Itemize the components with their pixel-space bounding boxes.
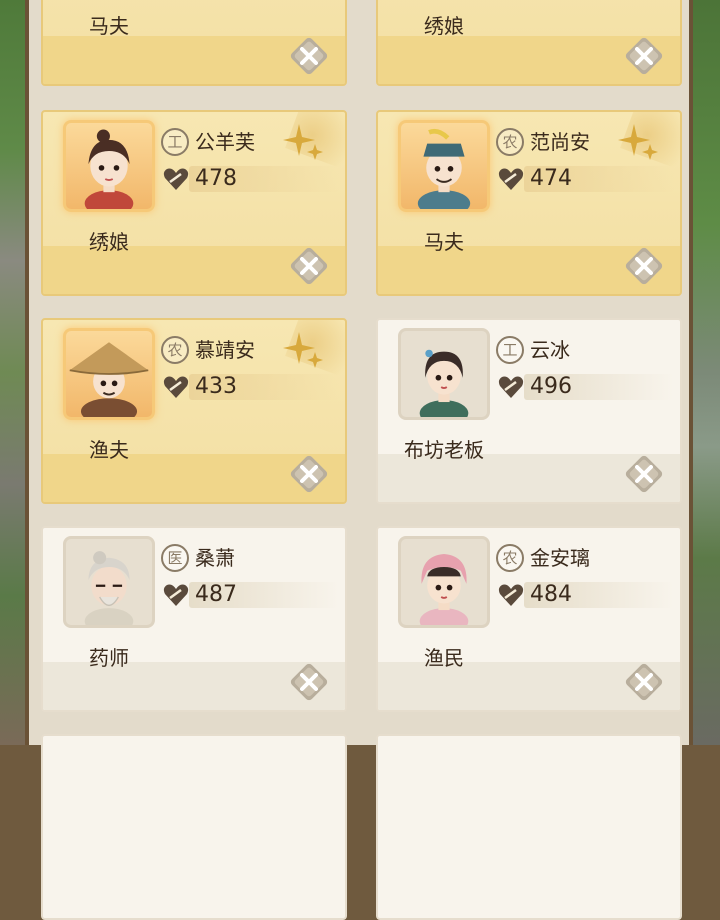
worker-name: 桑萧 bbox=[195, 546, 235, 570]
worker-card[interactable]: 马夫 农 范尚安 474 bbox=[376, 110, 682, 296]
trait-badge: 农 bbox=[161, 336, 189, 364]
trait-badge: 工 bbox=[496, 336, 524, 364]
heart-icon bbox=[163, 168, 189, 190]
close-icon[interactable] bbox=[287, 452, 331, 496]
embroidery-woman-portrait bbox=[63, 120, 155, 212]
worker-list-panel[interactable]: 马夫 绣娘 绣娘 工 公羊芙 478 马夫 农 范尚安 474 渔夫 农 慕靖安… bbox=[25, 0, 693, 920]
heart-icon bbox=[163, 376, 189, 398]
worker-role: 渔民 bbox=[424, 646, 464, 670]
fisherman-portrait bbox=[63, 328, 155, 420]
close-icon[interactable] bbox=[287, 34, 331, 78]
worker-name: 金安璃 bbox=[530, 546, 590, 570]
worker-card-partial[interactable] bbox=[41, 734, 347, 920]
trait-badge: 农 bbox=[496, 128, 524, 156]
worker-value: 474 bbox=[530, 166, 572, 191]
cloth-shop-owner-portrait bbox=[398, 328, 490, 420]
worker-card[interactable]: 绣娘 工 公羊芙 478 bbox=[41, 110, 347, 296]
close-icon[interactable] bbox=[622, 244, 666, 288]
worker-card-partial[interactable]: 绣娘 bbox=[376, 0, 682, 86]
pharmacist-portrait bbox=[63, 536, 155, 628]
worker-role: 渔夫 bbox=[89, 438, 129, 462]
close-icon[interactable] bbox=[622, 660, 666, 704]
worker-role: 布坊老板 bbox=[404, 438, 484, 462]
worker-role: 绣娘 bbox=[424, 14, 464, 38]
worker-role: 药师 bbox=[89, 646, 129, 670]
worker-name: 慕靖安 bbox=[195, 338, 255, 362]
heart-icon bbox=[498, 168, 524, 190]
worker-value: 484 bbox=[530, 582, 572, 607]
sparkle-icon bbox=[618, 124, 658, 160]
groom-man-portrait bbox=[398, 120, 490, 212]
worker-value: 496 bbox=[530, 374, 572, 399]
heart-icon bbox=[163, 584, 189, 606]
worker-card[interactable]: 渔民 农 金安璃 484 bbox=[376, 526, 682, 712]
worker-card[interactable]: 渔夫 农 慕靖安 433 bbox=[41, 318, 347, 504]
worker-name: 范尚安 bbox=[530, 130, 590, 154]
close-icon[interactable] bbox=[622, 452, 666, 496]
worker-role: 马夫 bbox=[89, 14, 129, 38]
trait-badge: 工 bbox=[161, 128, 189, 156]
sparkle-icon bbox=[283, 124, 323, 160]
trait-badge: 医 bbox=[161, 544, 189, 572]
worker-card[interactable]: 药师 医 桑萧 487 bbox=[41, 526, 347, 712]
fisherwoman-portrait bbox=[398, 536, 490, 628]
worker-card-partial[interactable] bbox=[376, 734, 682, 920]
heart-icon bbox=[498, 376, 524, 398]
worker-name: 云冰 bbox=[530, 338, 570, 362]
trait-badge: 农 bbox=[496, 544, 524, 572]
worker-role: 绣娘 bbox=[89, 230, 129, 254]
worker-name: 公羊芙 bbox=[195, 130, 255, 154]
worker-card-partial[interactable]: 马夫 bbox=[41, 0, 347, 86]
heart-icon bbox=[498, 584, 524, 606]
close-icon[interactable] bbox=[622, 34, 666, 78]
worker-card[interactable]: 布坊老板 工 云冰 496 bbox=[376, 318, 682, 504]
close-icon[interactable] bbox=[287, 244, 331, 288]
sparkle-icon bbox=[283, 332, 323, 368]
close-icon[interactable] bbox=[287, 660, 331, 704]
worker-role: 马夫 bbox=[424, 230, 464, 254]
worker-value: 478 bbox=[195, 166, 237, 191]
worker-value: 487 bbox=[195, 582, 237, 607]
worker-value: 433 bbox=[195, 374, 237, 399]
